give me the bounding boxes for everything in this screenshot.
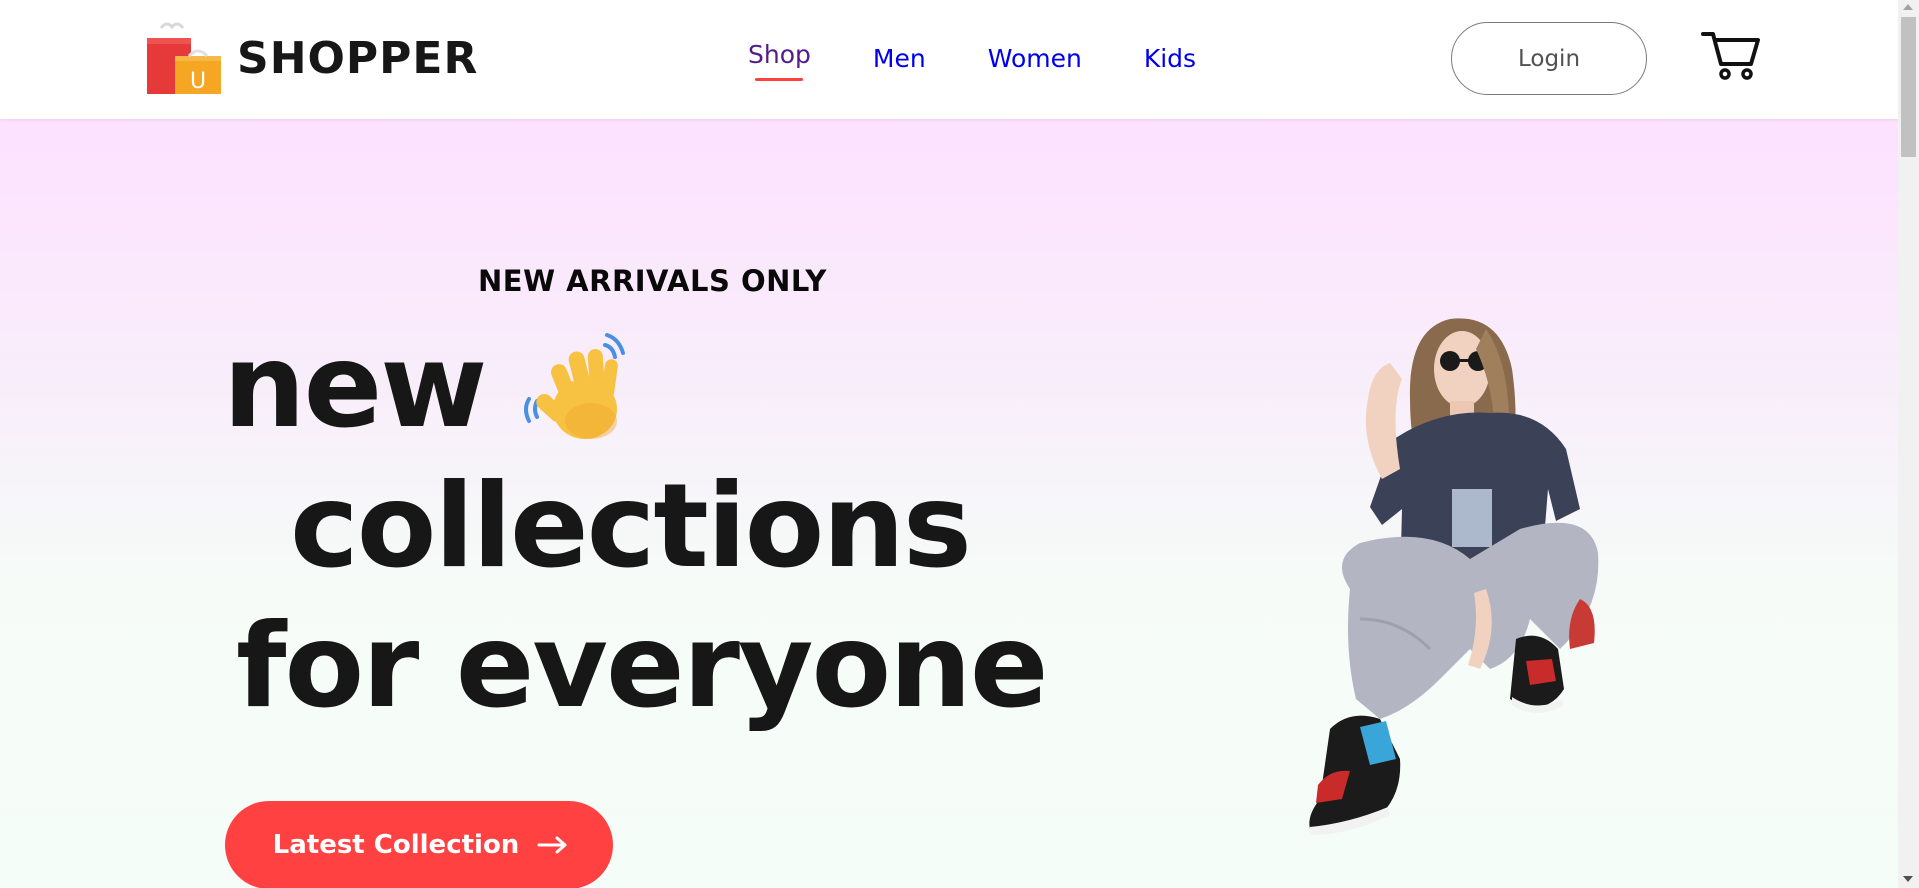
waving-hand-icon <box>524 332 626 439</box>
page: U SHOPPER Shop Men Women Kids Login NEW … <box>0 0 1898 888</box>
active-indicator <box>755 78 803 81</box>
cta-label: Latest Collection <box>272 830 520 860</box>
navbar: U SHOPPER Shop Men Women Kids Login <box>0 0 1898 119</box>
nav-item-men[interactable]: Men <box>873 44 926 73</box>
scroll-up-arrow-icon[interactable] <box>1903 4 1913 10</box>
brand-name: SHOPPER <box>237 32 479 84</box>
nav-item-kids[interactable]: Kids <box>1144 44 1196 73</box>
nav-item-label: Shop <box>748 40 811 69</box>
hero-headline-line1: new <box>223 319 639 454</box>
hero-headline-line3: for everyone <box>236 599 1048 734</box>
scroll-down-arrow-icon[interactable] <box>1903 876 1913 882</box>
arrow-right-icon <box>537 836 567 854</box>
latest-collection-button[interactable]: Latest Collection <box>225 801 613 888</box>
hero-model-image <box>1309 318 1599 835</box>
hero-headline-line2: collections <box>290 459 972 594</box>
nav-item-label: Kids <box>1143 44 1197 73</box>
nav-menu: Shop Men Women Kids <box>748 40 1258 81</box>
svg-text:U: U <box>190 69 206 94</box>
nav-item-label: Men <box>872 44 926 73</box>
hero-headline-text: new <box>223 319 487 454</box>
nav-item-shop[interactable]: Shop <box>748 40 811 81</box>
shopping-bags-icon: U <box>147 22 221 94</box>
hero-section: NEW ARRIVALS ONLY new collections for ev… <box>0 119 1898 888</box>
login-button[interactable]: Login <box>1451 22 1647 95</box>
page-scrollbar[interactable] <box>1898 0 1919 888</box>
scrollbar-thumb[interactable] <box>1901 17 1916 157</box>
cart-icon[interactable] <box>1701 28 1761 82</box>
logo[interactable]: U SHOPPER <box>145 22 478 94</box>
nav-item-women[interactable]: Women <box>988 44 1082 73</box>
hero-tagline: NEW ARRIVALS ONLY <box>478 264 827 298</box>
nav-item-label: Women <box>987 44 1082 73</box>
